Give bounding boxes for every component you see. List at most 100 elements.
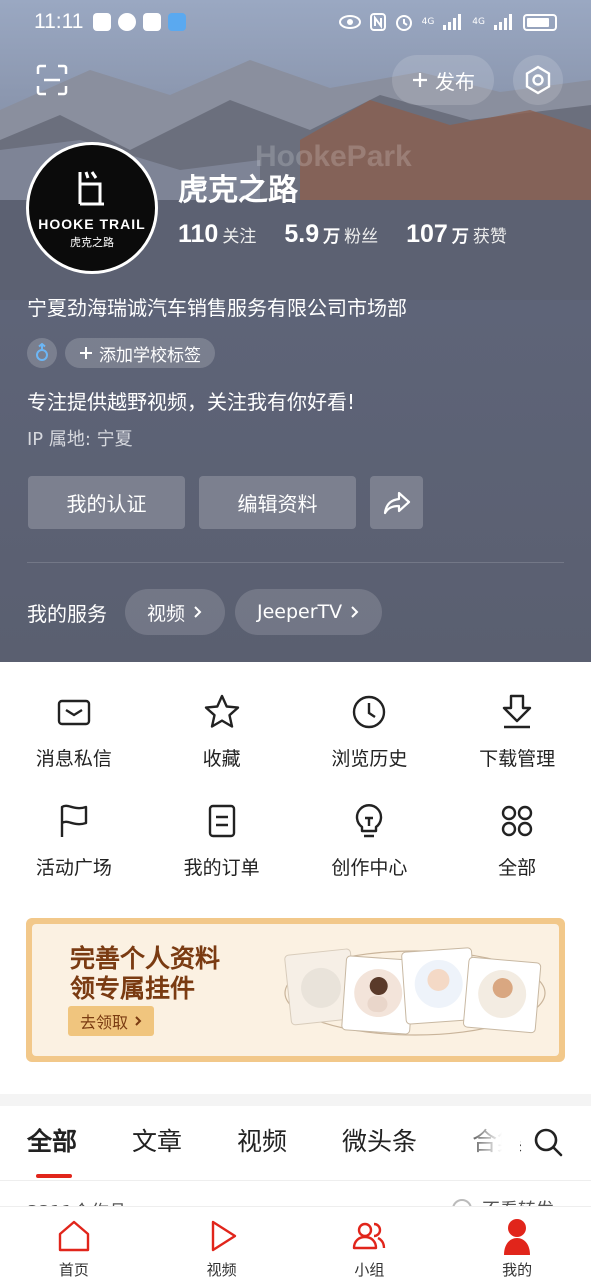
ip-location: IP 属地: 宁夏 bbox=[27, 429, 133, 450]
eye-icon bbox=[338, 15, 361, 29]
company-name: 宁夏劲海瑞诚汽车销售服务有限公司市场部 bbox=[27, 296, 407, 320]
tab-articles[interactable]: 文章 bbox=[132, 1122, 182, 1158]
content-tabs: 全部 文章 视频 微头条 合集 bbox=[27, 1122, 522, 1158]
plus-icon bbox=[80, 347, 92, 359]
my-services: 我的服务 视频 JeeperTV bbox=[27, 589, 383, 635]
signal-icon-2 bbox=[494, 14, 512, 30]
username: 虎克之路 bbox=[178, 173, 298, 208]
profile-completion-banner[interactable]: 完善个人资料 领专属挂件 去领取 bbox=[26, 918, 565, 1062]
stat-likes[interactable]: 107 万 获赞 bbox=[406, 220, 507, 249]
stat-label: 获赞 bbox=[472, 227, 507, 247]
user-icon bbox=[504, 1219, 531, 1255]
nav-label: 视频 bbox=[206, 1261, 237, 1279]
play-icon bbox=[211, 1220, 236, 1252]
signal-label-2: 4G bbox=[472, 17, 485, 27]
certification-button[interactable]: 我的认证 bbox=[28, 476, 185, 529]
hooke-logo-icon bbox=[78, 171, 104, 206]
stat-label: 粉丝 bbox=[344, 227, 379, 247]
claim-label: 去领取 bbox=[80, 1013, 129, 1032]
banner-inner: 完善个人资料 领专属挂件 去领取 bbox=[32, 924, 559, 1056]
service-label: 视频 bbox=[147, 602, 186, 625]
weather-icon bbox=[168, 13, 187, 31]
edit-profile-button[interactable]: 编辑资料 bbox=[199, 476, 356, 529]
notification-icons bbox=[93, 13, 187, 31]
service-video-button[interactable]: 视频 bbox=[125, 589, 226, 635]
chevron-right-icon bbox=[351, 606, 359, 618]
tab-all[interactable]: 全部 bbox=[27, 1122, 77, 1158]
hand-icon bbox=[143, 13, 162, 31]
add-school-tag-button[interactable]: 添加学校标签 bbox=[65, 338, 215, 368]
grid-item-favorites[interactable]: 收藏 bbox=[148, 692, 296, 771]
download-icon bbox=[502, 694, 532, 729]
nav-home[interactable]: 首页 bbox=[0, 1207, 148, 1280]
function-grid: 消息私信 收藏 浏览历史 下载管理 活动广场 我的订单 创作中心 全部 bbox=[0, 692, 591, 880]
bulb-icon bbox=[356, 804, 383, 838]
grid-label: 下载管理 bbox=[479, 748, 556, 770]
gender-tag bbox=[27, 338, 57, 368]
grid-item-creator-center[interactable]: 创作中心 bbox=[296, 801, 444, 880]
divider bbox=[27, 562, 564, 563]
chat-bubble-icon bbox=[118, 13, 137, 31]
grid-item-orders[interactable]: 我的订单 bbox=[148, 801, 296, 880]
stat-followers[interactable]: 5.9 万 粉丝 bbox=[284, 220, 378, 249]
grid-label: 浏览历史 bbox=[331, 748, 408, 770]
bio: 专注提供越野视频，关注我有你好看! bbox=[27, 390, 356, 414]
nav-group[interactable]: 小组 bbox=[296, 1207, 444, 1280]
grid-item-all[interactable]: 全部 bbox=[443, 801, 591, 880]
signal-label-1: 4G bbox=[421, 17, 435, 27]
avatar[interactable]: HOOKE TRAIL 虎克之路 bbox=[26, 142, 158, 274]
stat-number: 110 bbox=[178, 220, 219, 248]
grid-label: 我的订单 bbox=[183, 857, 260, 879]
grid-item-activities[interactable]: 活动广场 bbox=[0, 801, 148, 880]
stat-unit: 万 bbox=[323, 227, 341, 247]
service-jeepertv-button[interactable]: JeeperTV bbox=[235, 589, 383, 635]
publish-button[interactable]: 发布 bbox=[392, 55, 494, 105]
banner-line-2: 领专属挂件 bbox=[70, 974, 196, 1003]
profile-header: HookePark 11:11 4G 4G 发布 HOOKE TRAIL 虎克之… bbox=[0, 0, 591, 662]
nav-label: 首页 bbox=[58, 1261, 89, 1279]
nav-video[interactable]: 视频 bbox=[148, 1207, 296, 1280]
share-icon bbox=[383, 491, 410, 514]
flag-icon bbox=[60, 804, 88, 837]
tab-fade-overlay bbox=[460, 1116, 520, 1166]
bottom-nav: 首页 视频 小组 我的 bbox=[0, 1206, 591, 1280]
grid-item-downloads[interactable]: 下载管理 bbox=[443, 692, 591, 771]
group-icon bbox=[353, 1222, 386, 1250]
grid-item-history[interactable]: 浏览历史 bbox=[296, 692, 444, 771]
nfc-icon bbox=[369, 13, 386, 31]
stat-following[interactable]: 110 关注 bbox=[178, 220, 256, 249]
grid-item-messages[interactable]: 消息私信 bbox=[0, 692, 148, 771]
function-panel: 消息私信 收藏 浏览历史 下载管理 活动广场 我的订单 创作中心 全部 完善个人… bbox=[0, 662, 591, 1094]
search-icon[interactable] bbox=[532, 1126, 564, 1158]
grid-label: 全部 bbox=[498, 857, 537, 879]
claim-button[interactable]: 去领取 bbox=[68, 1006, 155, 1036]
settings-button[interactable] bbox=[513, 55, 563, 105]
school-tag-label: 添加学校标签 bbox=[99, 345, 201, 366]
divider bbox=[0, 1180, 591, 1181]
grid-label: 消息私信 bbox=[35, 748, 112, 770]
avatar-frames-illustration bbox=[284, 947, 546, 1036]
mail-icon bbox=[57, 699, 91, 726]
grid-label: 活动广场 bbox=[35, 857, 112, 879]
nav-label: 小组 bbox=[354, 1261, 385, 1279]
alarm-icon bbox=[395, 15, 412, 31]
active-tab-indicator bbox=[36, 1174, 72, 1178]
share-button[interactable] bbox=[370, 476, 423, 529]
publish-label: 发布 bbox=[435, 69, 475, 94]
tab-videos[interactable]: 视频 bbox=[237, 1122, 287, 1158]
nav-mine[interactable]: 我的 bbox=[443, 1207, 591, 1280]
stat-number: 5.9 bbox=[284, 220, 320, 248]
avatar-logo-text: HOOKE TRAIL bbox=[38, 216, 146, 232]
status-time: 11:11 bbox=[34, 10, 84, 33]
tab-micro-posts[interactable]: 微头条 bbox=[342, 1122, 417, 1158]
scan-button[interactable] bbox=[30, 58, 74, 102]
stat-unit: 万 bbox=[451, 227, 469, 247]
order-icon bbox=[208, 804, 235, 838]
male-icon bbox=[36, 343, 48, 361]
shield-icon bbox=[93, 13, 112, 31]
gear-icon bbox=[525, 65, 551, 95]
grid-label: 收藏 bbox=[202, 748, 241, 770]
stat-label: 关注 bbox=[222, 227, 257, 247]
nav-label: 我的 bbox=[502, 1261, 533, 1279]
clock-icon bbox=[353, 695, 386, 729]
